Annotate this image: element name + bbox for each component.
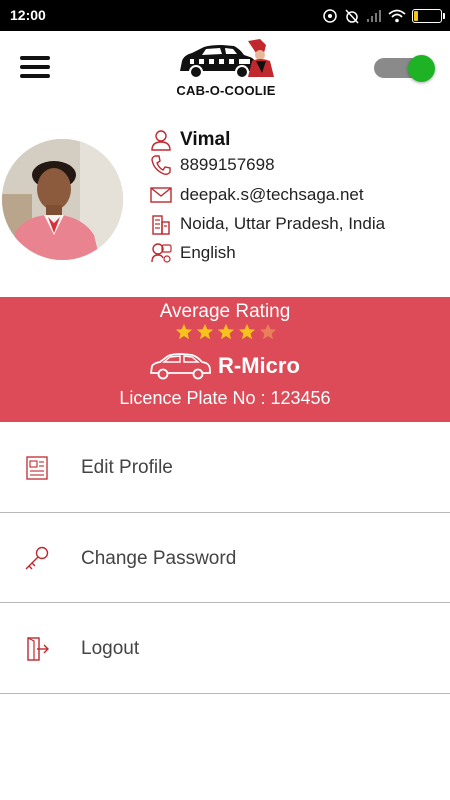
profile-name-row: Vimal bbox=[150, 127, 230, 153]
logo-text: CAB-O-COOLIE bbox=[176, 83, 276, 98]
status-time: 12:00 bbox=[10, 7, 46, 23]
hotspot-icon bbox=[323, 9, 337, 23]
vehicle-name: R-Micro bbox=[218, 353, 300, 378]
signal-icon bbox=[367, 10, 381, 22]
avatar[interactable] bbox=[2, 139, 123, 260]
profile-name: Vimal bbox=[180, 129, 231, 150]
profile-phone: 8899157698 bbox=[180, 155, 275, 174]
wifi-icon bbox=[388, 9, 406, 23]
logout-icon bbox=[27, 637, 49, 661]
status-bar: 12:00 14 bbox=[0, 0, 450, 31]
profile-location-row: Noida, Uttar Pradesh, India bbox=[150, 211, 385, 237]
edit-profile-item[interactable]: Edit Profile bbox=[0, 422, 450, 513]
edit-profile-icon bbox=[26, 456, 48, 480]
profile-email-row: deepak.s@techsaga.net bbox=[150, 182, 364, 208]
star-filled-icon bbox=[175, 323, 193, 340]
profile-menu: Edit Profile Change Password Logout bbox=[0, 422, 450, 694]
car-icon bbox=[149, 353, 211, 380]
availability-toggle[interactable] bbox=[374, 55, 436, 82]
profile-language-row: English bbox=[150, 240, 236, 266]
status-icons: 14 bbox=[322, 6, 445, 26]
star-filled-icon bbox=[196, 323, 214, 340]
profile-language: English bbox=[180, 243, 236, 262]
rating-label: Average Rating bbox=[159, 301, 291, 322]
app-logo: CAB-O-COOLIE bbox=[170, 37, 282, 99]
logout-label: Logout bbox=[81, 638, 140, 659]
change-password-label: Change Password bbox=[81, 547, 237, 569]
rating-stars bbox=[175, 323, 277, 343]
vehicle-row: R-Micro bbox=[148, 349, 300, 383]
change-password-item[interactable]: Change Password bbox=[0, 513, 450, 603]
alarm-off-icon bbox=[345, 9, 359, 24]
star-filled-icon bbox=[217, 323, 235, 340]
star-filled-icon bbox=[238, 323, 256, 340]
avatar-photo bbox=[2, 139, 123, 260]
key-icon bbox=[25, 546, 49, 569]
star-empty-icon bbox=[259, 323, 277, 340]
building-icon bbox=[152, 215, 170, 235]
edit-profile-label: Edit Profile bbox=[81, 457, 173, 478]
person-icon bbox=[151, 130, 171, 151]
battery-fill bbox=[414, 11, 418, 21]
profile-location: Noida, Uttar Pradesh, India bbox=[180, 214, 386, 233]
rating-banner: Average Rating R-Micro Licence Plate No … bbox=[0, 297, 450, 422]
profile-section: Vimal 8899157698 deepak.s@techsaga.net N… bbox=[0, 107, 450, 297]
profile-email: deepak.s@techsaga.net bbox=[180, 185, 364, 204]
battery-level: 14 bbox=[421, 10, 433, 22]
mail-icon bbox=[150, 187, 172, 203]
logout-item[interactable]: Logout bbox=[0, 603, 450, 694]
logo-taxi-icon bbox=[180, 39, 274, 79]
language-icon bbox=[151, 243, 172, 263]
licence-plate: Licence Plate No : 123456 bbox=[119, 388, 331, 408]
menu-icon[interactable] bbox=[20, 56, 50, 80]
toggle-knob bbox=[408, 55, 435, 82]
app-bar: CAB-O-COOLIE bbox=[0, 31, 450, 107]
battery-icon: 14 bbox=[412, 9, 445, 23]
phone-icon bbox=[151, 155, 171, 175]
profile-phone-row: 8899157698 bbox=[150, 152, 275, 178]
